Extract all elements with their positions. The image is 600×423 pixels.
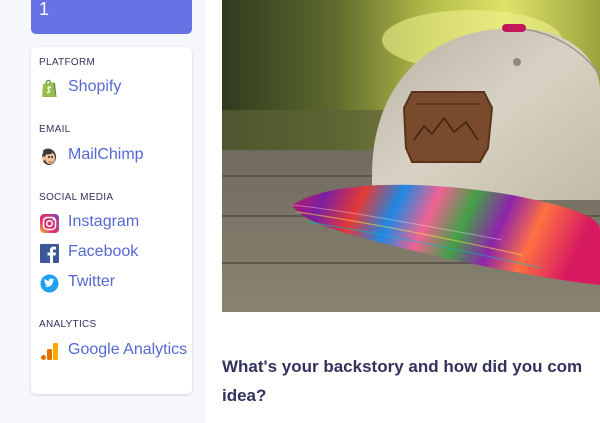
tool-label: Instagram	[68, 213, 140, 230]
instagram-icon	[39, 213, 60, 234]
tool-link-instagram[interactable]: Instagram	[39, 212, 188, 234]
section-heading-social-media: SOCIAL MEDIA	[39, 192, 114, 203]
tool-label: Google Analytics	[68, 341, 188, 358]
mailchimp-icon	[39, 146, 60, 167]
tool-link-mailchimp[interactable]: MailChimp	[39, 145, 188, 167]
product-photo-cap	[222, 0, 600, 312]
tool-label: Facebook	[68, 243, 139, 260]
question-line-2: idea?	[222, 386, 267, 405]
facebook-icon	[39, 243, 60, 264]
question-line-1: What's your backstory and how did you co…	[222, 357, 583, 376]
shopify-icon	[39, 78, 60, 99]
tools-card: PLATFORM Shopify EMAIL MailChimp SOCIAL …	[31, 47, 192, 394]
interview-question: What's your backstory and how did you co…	[222, 352, 600, 410]
tool-label: Twitter	[68, 273, 116, 290]
section-heading-platform: PLATFORM	[39, 57, 96, 68]
tool-label: MailChimp	[68, 146, 144, 163]
step-banner: 1	[31, 0, 192, 34]
sidebar-divider	[204, 0, 205, 423]
step-number: 1	[39, 0, 50, 19]
google-analytics-icon	[39, 341, 60, 362]
twitter-icon	[39, 273, 60, 294]
tool-link-shopify[interactable]: Shopify	[39, 77, 188, 99]
section-heading-analytics: ANALYTICS	[39, 319, 97, 330]
tool-label: Shopify	[68, 78, 122, 95]
section-heading-email: EMAIL	[39, 124, 71, 135]
tool-link-google-analytics[interactable]: Google Analytics	[39, 340, 188, 362]
tool-link-facebook[interactable]: Facebook	[39, 242, 188, 264]
tool-link-twitter[interactable]: Twitter	[39, 272, 188, 294]
